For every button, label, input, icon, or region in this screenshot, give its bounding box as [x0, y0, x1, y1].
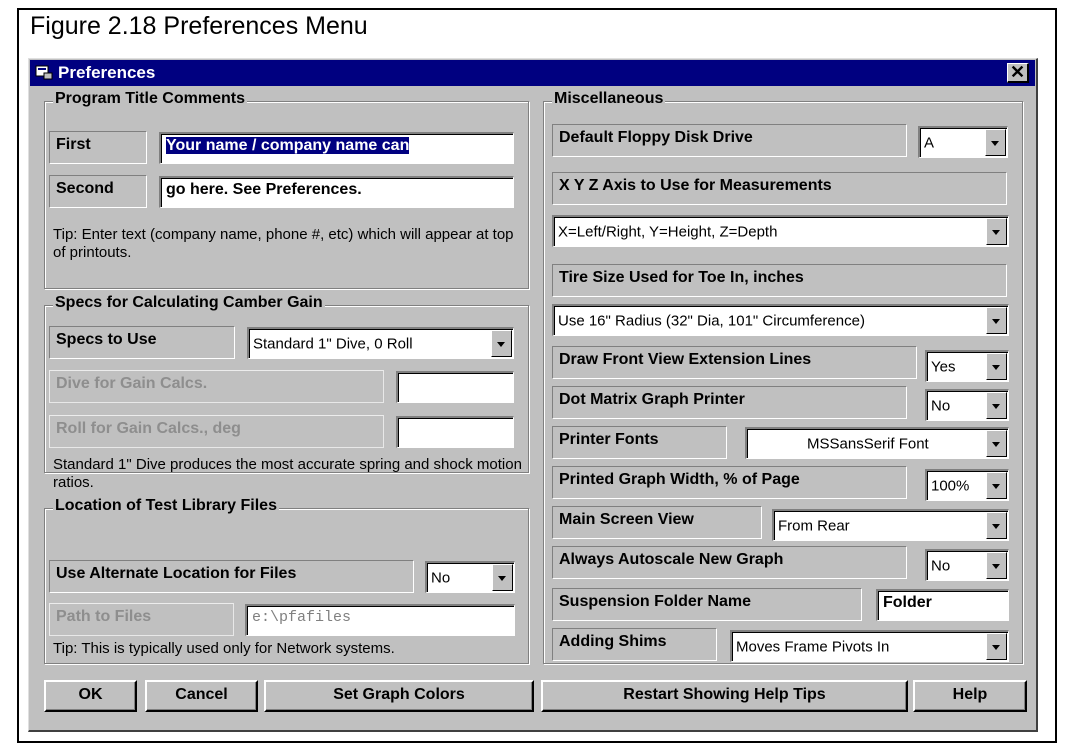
camber-note: Standard 1" Dive produces the most accur… — [53, 456, 522, 491]
cancel-button[interactable]: Cancel — [145, 680, 258, 712]
autoscale-select[interactable]: No — [925, 549, 1009, 581]
xyz-axis-select[interactable]: X=Left/Right, Y=Height, Z=Depth — [552, 215, 1009, 247]
dive-input[interactable] — [396, 371, 514, 403]
restart-help-tips-button[interactable]: Restart Showing Help Tips — [541, 680, 908, 712]
program-title-tip: Tip: Enter text (company name, phone #, … — [53, 226, 514, 261]
graph-width-select[interactable]: 100% — [925, 469, 1009, 501]
adding-shims-value: Moves Frame Pivots In — [736, 638, 890, 655]
folder-name-label: Suspension Folder Name — [552, 588, 862, 621]
dot-matrix-select[interactable]: No — [925, 389, 1009, 421]
adding-shims-label: Adding Shims — [552, 628, 717, 661]
first-label: First — [49, 131, 147, 164]
program-title-heading: Program Title Comments — [53, 90, 247, 108]
dive-label: Dive for Gain Calcs. — [49, 370, 384, 403]
library-heading: Location of Test Library Files — [53, 497, 279, 515]
dot-matrix-value: No — [931, 397, 951, 414]
chevron-down-icon[interactable] — [986, 552, 1007, 579]
dot-matrix-label: Dot Matrix Graph Printer — [552, 386, 907, 419]
chevron-down-icon[interactable] — [986, 307, 1007, 334]
misc-heading: Miscellaneous — [552, 90, 666, 108]
chevron-down-icon[interactable] — [986, 353, 1007, 380]
tire-size-label: Tire Size Used for Toe In, inches — [552, 264, 1007, 297]
specs-to-use-label: Specs to Use — [49, 326, 235, 359]
adding-shims-select[interactable]: Moves Frame Pivots In — [730, 630, 1009, 662]
roll-label: Roll for Gain Calcs., deg — [49, 415, 384, 448]
first-comment-input[interactable]: Your name / company name can — [159, 132, 514, 164]
chevron-down-icon[interactable] — [986, 218, 1007, 245]
printer-fonts-label: Printer Fonts — [552, 426, 727, 459]
alternate-location-label: Use Alternate Location for Files — [49, 560, 414, 593]
second-comment-input[interactable]: go here. See Preferences. — [159, 176, 514, 208]
alternate-location-select[interactable]: No — [425, 561, 515, 593]
roll-input[interactable] — [396, 416, 514, 448]
floppy-drive-select[interactable]: A — [918, 126, 1008, 158]
camber-heading: Specs for Calculating Camber Gain — [53, 294, 325, 312]
second-label: Second — [49, 175, 147, 208]
chevron-down-icon[interactable] — [986, 430, 1007, 457]
close-button[interactable]: ✕ — [1007, 63, 1029, 83]
tire-size-value: Use 16" Radius (32" Dia, 101" Circumfere… — [558, 312, 865, 329]
autoscale-value: No — [931, 557, 951, 574]
main-view-select[interactable]: From Rear — [772, 509, 1009, 541]
chevron-down-icon[interactable] — [492, 564, 513, 591]
library-tip: Tip: This is typically used only for Net… — [53, 640, 395, 657]
chevron-down-icon[interactable] — [986, 472, 1007, 499]
folder-name-input[interactable]: Folder — [876, 589, 1009, 621]
path-label: Path to Files — [49, 603, 234, 636]
extension-lines-select[interactable]: Yes — [925, 350, 1009, 382]
graph-width-label: Printed Graph Width, % of Page — [552, 466, 907, 499]
extension-lines-label: Draw Front View Extension Lines — [552, 346, 917, 379]
help-button[interactable]: Help — [913, 680, 1027, 712]
autoscale-label: Always Autoscale New Graph — [552, 546, 907, 579]
graph-width-value: 100% — [931, 477, 970, 494]
specs-to-use-select[interactable]: Standard 1" Dive, 0 Roll — [247, 327, 514, 359]
xyz-axis-value: X=Left/Right, Y=Height, Z=Depth — [558, 223, 778, 240]
chevron-down-icon[interactable] — [985, 129, 1006, 156]
window-title: Preferences — [58, 63, 156, 82]
ok-button[interactable]: OK — [44, 680, 137, 712]
first-comment-value: Your name / company name can — [166, 137, 410, 154]
title-bar[interactable]: Preferences — [30, 60, 1035, 86]
chevron-down-icon[interactable] — [986, 512, 1007, 539]
printer-fonts-select[interactable]: MSSansSerif Font — [745, 427, 1009, 459]
app-icon — [35, 65, 53, 80]
tire-size-select[interactable]: Use 16" Radius (32" Dia, 101" Circumfere… — [552, 304, 1009, 336]
xyz-axis-label: X Y Z Axis to Use for Measurements — [552, 172, 1007, 205]
chevron-down-icon[interactable] — [491, 330, 512, 357]
path-input[interactable]: e:\pfafiles — [245, 604, 515, 636]
printer-fonts-value: MSSansSerif Font — [807, 435, 929, 452]
figure-caption: Figure 2.18 Preferences Menu — [30, 12, 368, 40]
floppy-drive-value: A — [924, 134, 935, 151]
alternate-location-value: No — [431, 569, 451, 586]
chevron-down-icon[interactable] — [986, 633, 1007, 660]
chevron-down-icon[interactable] — [986, 392, 1007, 419]
extension-lines-value: Yes — [931, 358, 956, 375]
main-view-label: Main Screen View — [552, 506, 762, 539]
floppy-drive-label: Default Floppy Disk Drive — [552, 124, 907, 157]
set-graph-colors-button[interactable]: Set Graph Colors — [264, 680, 534, 712]
close-icon: ✕ — [1009, 62, 1026, 82]
main-view-value: From Rear — [778, 517, 850, 534]
specs-to-use-value: Standard 1" Dive, 0 Roll — [253, 335, 413, 352]
